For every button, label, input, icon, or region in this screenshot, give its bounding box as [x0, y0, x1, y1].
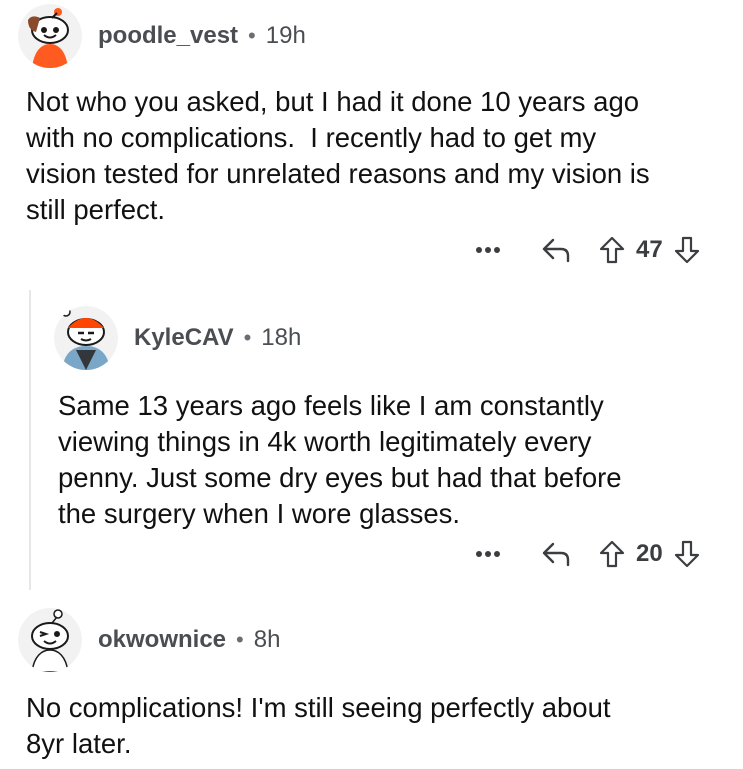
meta-separator: • — [248, 23, 256, 48]
vote-score: 47 — [636, 236, 663, 263]
comment-header: okwownice • 8h — [18, 608, 280, 672]
timestamp: 19h — [265, 22, 306, 49]
username[interactable]: okwownice — [98, 626, 226, 654]
avatar[interactable] — [18, 4, 82, 68]
comment-actions: 20 — [470, 540, 705, 568]
reply-icon[interactable] — [526, 541, 586, 567]
downvote-icon[interactable] — [669, 540, 705, 568]
comment-actions: 47 — [470, 236, 705, 264]
upvote-icon[interactable] — [594, 236, 630, 264]
meta-separator: • — [243, 325, 252, 350]
comment-body: Not who you asked, but I had it done 10 … — [26, 86, 650, 225]
comment-meta: KyleCAV • 18h — [134, 324, 301, 352]
comment-body: Same 13 years ago feels like I am consta… — [58, 390, 622, 529]
comment-meta: okwownice • 8h — [98, 626, 280, 654]
username[interactable]: poodle_vest — [98, 22, 238, 50]
comment-header: poodle_vest • 19h — [18, 4, 306, 68]
thread-line[interactable] — [29, 290, 31, 590]
avatar[interactable] — [54, 306, 118, 370]
upvote-icon[interactable] — [594, 540, 630, 568]
timestamp: 18h — [261, 324, 302, 351]
timestamp: 8h — [253, 626, 281, 653]
avatar[interactable] — [18, 608, 82, 672]
reply-icon[interactable] — [526, 237, 586, 263]
meta-separator: • — [236, 627, 244, 652]
comment-meta: poodle_vest • 19h — [98, 22, 306, 50]
more-options-icon[interactable] — [470, 550, 506, 558]
vote-score: 20 — [636, 540, 663, 567]
username[interactable]: KyleCAV — [134, 324, 234, 352]
more-options-icon[interactable] — [470, 246, 506, 254]
comment-body: No complications! I'm still seeing perfe… — [26, 692, 611, 759]
comment-header: KyleCAV • 18h — [54, 306, 301, 370]
downvote-icon[interactable] — [669, 236, 705, 264]
